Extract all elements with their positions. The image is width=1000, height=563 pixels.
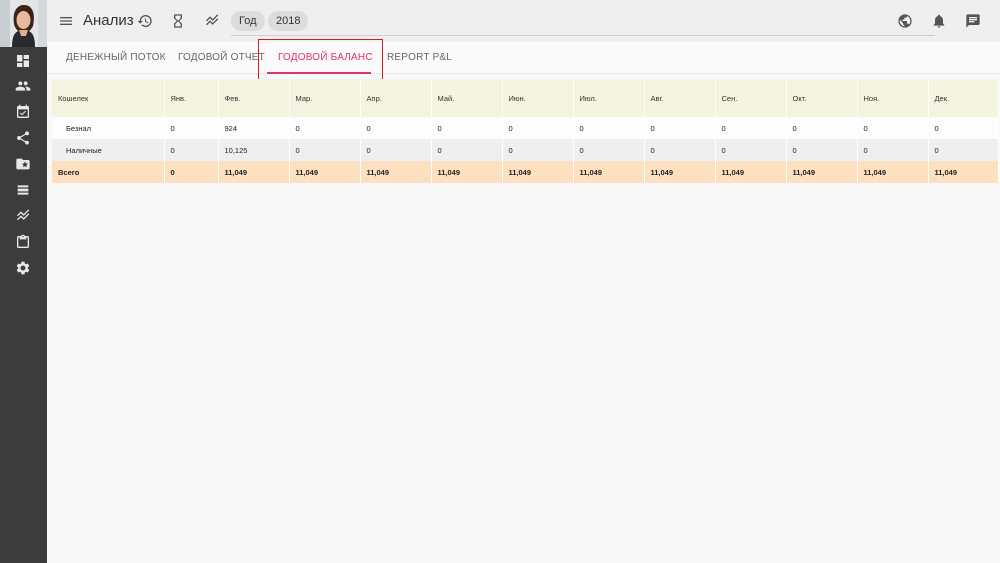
total-cell: 11,049 (715, 161, 787, 183)
total-row: Всего 0 11,049 11,049 11,049 11,049 11,0… (52, 161, 999, 183)
balance-table: Кошелек Янв. Фев. Мар. Апр. Май. Июн. Ию… (52, 79, 999, 183)
tab-bar: ДЕНЕЖНЫЙ ПОТОК ГОДОВОЙ ОТЧЕТ ГОДОВОЙ БАЛ… (47, 42, 1000, 74)
hourglass-icon[interactable] (169, 12, 187, 30)
clipboard-icon[interactable] (14, 233, 32, 251)
table-cell: 0 (360, 139, 432, 161)
table-cell: 0 (502, 139, 574, 161)
column-header[interactable]: Май. (431, 79, 503, 117)
table-cell: 0 (573, 117, 645, 139)
total-cell: 0 (164, 161, 219, 183)
table-cell: 0 (644, 139, 716, 161)
table-cell: 10,125 (218, 139, 290, 161)
total-cell: 11,049 (502, 161, 574, 183)
page-title: Анализ (83, 12, 134, 29)
column-header[interactable]: Авг. (644, 79, 716, 117)
table-cell: 0 (928, 117, 999, 139)
column-header[interactable]: Окт. (786, 79, 858, 117)
table-cell: 0 (289, 117, 361, 139)
table-cell: 0 (164, 139, 219, 161)
bell-icon[interactable] (930, 12, 948, 30)
table-cell: 0 (431, 139, 503, 161)
globe-icon[interactable] (896, 12, 914, 30)
trend-icon[interactable] (203, 12, 221, 30)
trend-icon[interactable] (14, 207, 32, 225)
total-cell: 11,049 (644, 161, 716, 183)
dashboard-icon[interactable] (14, 52, 32, 70)
folder-star-icon[interactable] (14, 155, 32, 173)
chat-icon[interactable] (964, 12, 982, 30)
total-cell: 11,049 (218, 161, 290, 183)
table-cell: 0 (928, 139, 999, 161)
table-cell: 0 (644, 117, 716, 139)
top-bar: Анализ Год 2018 (47, 0, 1000, 42)
table-row[interactable]: Безнал 0 924 0 0 0 0 0 0 0 0 0 0 (52, 117, 999, 139)
table-row[interactable]: Наличные 0 10,125 0 0 0 0 0 0 0 0 0 0 (52, 139, 999, 161)
table-cell: 0 (857, 117, 929, 139)
share-icon[interactable] (14, 129, 32, 147)
column-header[interactable]: Янв. (164, 79, 219, 117)
table-cell: 0 (786, 117, 858, 139)
tab-report-pl[interactable]: REPORT P&L (387, 42, 452, 74)
table-cell: 0 (715, 117, 787, 139)
list-icon[interactable] (14, 181, 32, 199)
avatar[interactable] (0, 0, 47, 47)
menu-icon[interactable] (57, 12, 75, 30)
total-label: Всего (52, 161, 165, 183)
people-icon[interactable] (14, 77, 32, 95)
column-header[interactable]: Июл. (573, 79, 645, 117)
table-cell: 924 (218, 117, 290, 139)
column-header[interactable]: Фев. (218, 79, 290, 117)
table-cell: 0 (431, 117, 503, 139)
wallet-name: Наличные (52, 139, 165, 161)
column-header[interactable]: Сен. (715, 79, 787, 117)
total-cell: 11,049 (573, 161, 645, 183)
column-header[interactable]: Дек. (928, 79, 999, 117)
column-header[interactable]: Апр. (360, 79, 432, 117)
period-chip[interactable]: Год (231, 11, 265, 31)
total-cell: 11,049 (928, 161, 999, 183)
column-header[interactable]: Ноя. (857, 79, 929, 117)
sidebar (0, 0, 47, 563)
column-header[interactable]: Кошелек (52, 79, 165, 117)
table-cell: 0 (786, 139, 858, 161)
wallet-name: Безнал (52, 117, 165, 139)
tab-annual-report[interactable]: ГОДОВОЙ ОТЧЕТ (178, 42, 265, 74)
total-cell: 11,049 (857, 161, 929, 183)
total-cell: 11,049 (786, 161, 858, 183)
table-cell: 0 (857, 139, 929, 161)
table-cell: 0 (715, 139, 787, 161)
total-cell: 11,049 (360, 161, 432, 183)
table-cell: 0 (360, 117, 432, 139)
table-cell: 0 (289, 139, 361, 161)
header-divider (231, 35, 935, 36)
table-cell: 0 (502, 117, 574, 139)
table-cell: 0 (164, 117, 219, 139)
history-icon[interactable] (136, 12, 154, 30)
table-cell: 0 (573, 139, 645, 161)
calendar-check-icon[interactable] (14, 103, 32, 121)
table-header-row: Кошелек Янв. Фев. Мар. Апр. Май. Июн. Ию… (52, 79, 999, 117)
total-cell: 11,049 (289, 161, 361, 183)
column-header[interactable]: Мар. (289, 79, 361, 117)
settings-icon[interactable] (14, 259, 32, 277)
total-cell: 11,049 (431, 161, 503, 183)
column-header[interactable]: Июн. (502, 79, 574, 117)
tab-cash-flow[interactable]: ДЕНЕЖНЫЙ ПОТОК (66, 42, 166, 74)
year-chip[interactable]: 2018 (268, 11, 309, 31)
